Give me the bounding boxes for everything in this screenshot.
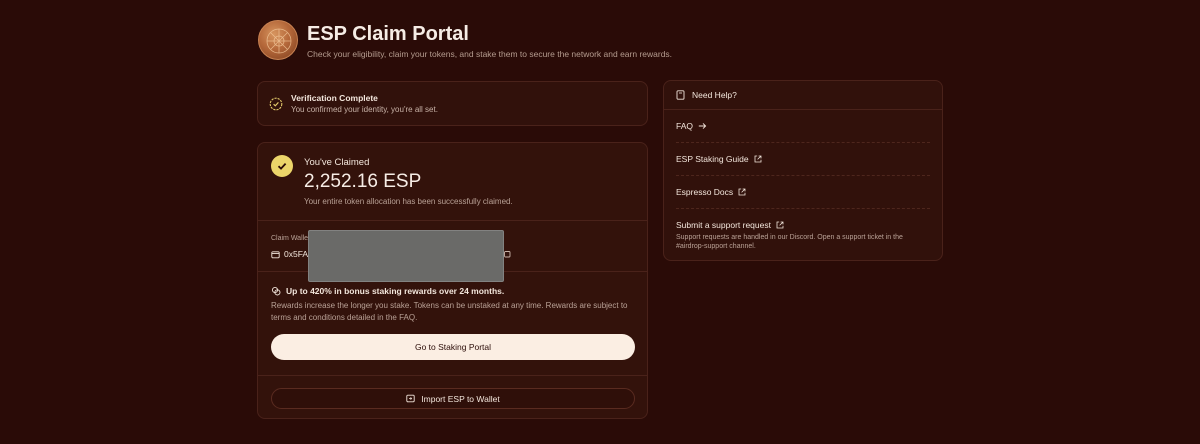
- bonus-title: Up to 420% in bonus staking rewards over…: [271, 286, 504, 296]
- claim-wallet-address: 0x5FA: [271, 249, 308, 259]
- page-title: ESP Claim Portal: [307, 23, 469, 45]
- arrow-right-icon: [698, 123, 707, 129]
- espresso-docs-link[interactable]: Espresso Docs: [676, 187, 733, 197]
- claim-summary: You've Claimed 2,252.16 ESP Your entire …: [258, 143, 647, 220]
- claim-wallet-section: Claim Walle 0x5FA: [258, 221, 647, 282]
- wallet-address-text: 0x5FA: [284, 249, 309, 259]
- verification-card: Verification Complete You confirmed your…: [257, 81, 648, 126]
- check-icon: [271, 155, 293, 177]
- book-icon: [676, 90, 685, 100]
- external-link-icon: [754, 155, 762, 163]
- help-title: Need Help?: [692, 90, 737, 100]
- claim-card: You've Claimed 2,252.16 ESP Your entire …: [257, 142, 648, 419]
- claimed-label: You've Claimed: [304, 157, 370, 168]
- faq-link[interactable]: FAQ: [676, 121, 693, 131]
- help-card: Need Help? FAQ ESP Staking Guide Espress…: [663, 80, 943, 261]
- verified-badge-icon: [269, 97, 283, 110]
- go-to-staking-portal-button[interactable]: Go to Staking Portal: [271, 334, 635, 360]
- esp-coin-logo: [258, 20, 298, 60]
- import-esp-to-wallet-button[interactable]: Import ESP to Wallet: [271, 388, 635, 409]
- external-link-icon: [738, 188, 746, 196]
- verification-subtitle: You confirmed your identity, you're all …: [291, 105, 438, 114]
- wallet-import-icon: [406, 394, 415, 403]
- help-item-espresso-docs[interactable]: Espresso Docs: [676, 176, 930, 209]
- import-section: Import ESP to Wallet: [258, 376, 647, 418]
- page-subtitle: Check your eligibility, claim your token…: [307, 49, 673, 59]
- bonus-description: Rewards increase the longer you stake. T…: [271, 301, 628, 322]
- coins-icon: [271, 286, 281, 296]
- page-header: ESP Claim Portal Check your eligibility,…: [258, 20, 672, 60]
- staking-guide-link[interactable]: ESP Staking Guide: [676, 154, 749, 164]
- bonus-title-text: Up to 420% in bonus staking rewards over…: [286, 286, 505, 296]
- claimed-description: Your entire token allocation has been su…: [304, 197, 513, 206]
- claim-wallet-label: Claim Walle: [271, 235, 309, 242]
- help-item-staking-guide[interactable]: ESP Staking Guide: [676, 143, 930, 176]
- verification-title: Verification Complete: [291, 93, 378, 103]
- wallet-icon: [271, 250, 280, 258]
- external-link-icon: [776, 221, 784, 229]
- support-description: Support requests are handled in our Disc…: [676, 234, 903, 250]
- import-button-label: Import ESP to Wallet: [421, 393, 500, 404]
- help-header: Need Help?: [664, 81, 942, 110]
- help-item-faq[interactable]: FAQ: [676, 110, 930, 143]
- claimed-amount: 2,252.16 ESP: [304, 171, 422, 192]
- bonus-section: Up to 420% in bonus staking rewards over…: [258, 272, 647, 375]
- help-item-support[interactable]: Submit a support request Support request…: [676, 209, 930, 251]
- support-request-link[interactable]: Submit a support request: [676, 220, 771, 230]
